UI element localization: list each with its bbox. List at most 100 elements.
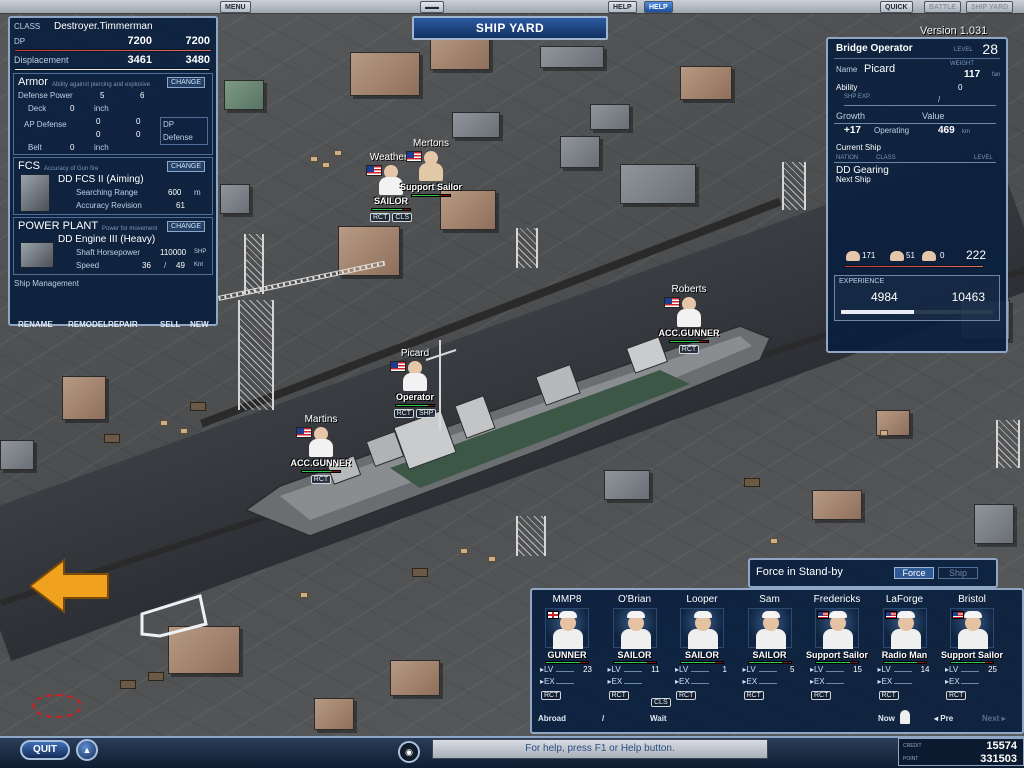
searching-range-unit: m (194, 188, 201, 197)
force-title: Force in Stand-by (756, 566, 843, 578)
shipyard-tab[interactable]: SHIP YARD (966, 1, 1014, 13)
standby-crew-card[interactable]: Sam SAILOR ▸LV 5 ▸EX RCT (737, 594, 803, 700)
crew-count-2: 51 (906, 251, 915, 260)
crew-level: 25 (988, 665, 997, 674)
building (0, 440, 34, 470)
crew-level: 14 (920, 665, 930, 674)
growth-label: Growth (836, 111, 866, 121)
crew-name: Sam (759, 594, 780, 605)
experience-bar (841, 310, 993, 314)
growth-value: +17 (844, 125, 861, 136)
level-col-label: LEVEL (974, 155, 993, 161)
crew-ex-row: ▸EX (939, 677, 1005, 689)
crew-level: 5 (790, 665, 795, 674)
next-page-button[interactable]: Next ▸ (982, 714, 1006, 723)
crate (180, 428, 188, 434)
crew-count-icon (922, 251, 936, 261)
crew-pin[interactable]: Martins ACC.GUNNER RCT (266, 414, 376, 484)
new-ship-button[interactable]: NEW (190, 320, 209, 329)
power-plant-section: POWER PLANT Power for movement CHANGE DD… (13, 217, 213, 275)
experience-label: EXPERIENCE (839, 278, 885, 285)
crew-tag: RCT (811, 691, 832, 700)
rename-button[interactable]: RENAME (18, 320, 53, 329)
searching-range-value: 600 (168, 188, 182, 197)
scroll-arrow-icon[interactable] (30, 558, 110, 614)
crew-lv-row: ▸LV 5 (742, 665, 795, 674)
ex-label: EX (679, 677, 690, 686)
crew-ex-row: ▸EX (534, 677, 600, 689)
shp-exp-line (844, 105, 996, 106)
class-col-label: CLASS (876, 155, 896, 161)
crew-name: Fredericks (813, 594, 861, 605)
crew-tag: RCT (541, 691, 562, 700)
ex-label: EX (949, 677, 960, 686)
standby-crew-card[interactable]: Looper SAILOR ▸LV 1 ▸EX RCT (669, 594, 735, 700)
scroll-arrow-icon[interactable] (140, 594, 210, 638)
lv-label: LV (814, 665, 824, 674)
compass-icon[interactable]: ◉ (398, 741, 420, 763)
standby-crew-card[interactable]: Bristol Support Sailor ▸LV 25 ▸EX RCT (939, 594, 1005, 700)
armor-section: Armor Ability against piercing and explo… (13, 73, 213, 155)
lv-label: LV (611, 665, 621, 674)
crew-pin[interactable]: Picard Operator RCT SHP (360, 348, 470, 418)
crew-role: Support Sailor (805, 650, 868, 660)
crew-pin[interactable]: Mertons Support Sailor (376, 138, 486, 197)
prev-page-button[interactable]: ◂ Pre (934, 714, 953, 723)
now-button[interactable]: Now (878, 714, 895, 723)
crew-tag: CLS (392, 213, 412, 222)
standby-crew-card[interactable]: Fredericks Support Sailor ▸LV 15 ▸EX RCT (804, 594, 870, 700)
crew-count-3: 0 (940, 251, 945, 260)
crew-ex-row: ▸EX (602, 677, 668, 689)
next-page-label: Next (982, 714, 1000, 723)
quit-button[interactable]: QUIT (20, 740, 70, 760)
sell-button[interactable]: SELL (160, 320, 180, 329)
remodel-button[interactable]: REMODEL (68, 320, 108, 329)
crew-portrait (680, 608, 724, 649)
ex-label: EX (611, 677, 623, 686)
battle-tab[interactable]: BATTLE (924, 1, 962, 13)
building (620, 164, 696, 204)
ap-b2: 0 (136, 130, 141, 139)
standby-crew-card[interactable]: O'Brian SAILOR ▸LV 11 ▸EX RCT (602, 594, 668, 700)
operating-label: Operating (874, 126, 910, 135)
ship-tab[interactable]: Ship (938, 567, 978, 579)
crew-tag: RCT (369, 213, 391, 222)
crew-tag: RCT (676, 691, 697, 700)
standby-crew-card[interactable]: MMP8 GUNNER ▸LV 23 ▸EX RCT (534, 594, 600, 700)
us-flag-icon (664, 297, 680, 308)
scroll-up-icon[interactable]: ▲ (76, 739, 98, 761)
speed-max: 49 (176, 261, 185, 270)
force-standby-header: Force in Stand-by Force Ship (748, 558, 998, 588)
power-plant-change-button[interactable]: CHANGE (167, 221, 205, 232)
building (974, 504, 1014, 544)
help-button[interactable]: HELP (644, 1, 673, 13)
crew-lv-row: ▸LV 25 (945, 665, 997, 674)
quick-menu-button[interactable]: QUICK (880, 1, 913, 13)
fcs-change-button[interactable]: CHANGE (167, 161, 205, 172)
experience-box: EXPERIENCE 4984 10463 (834, 275, 1000, 321)
lv-label: LV (679, 665, 689, 674)
repair-button[interactable]: REPAIR (108, 320, 138, 329)
deck-unit: inch (94, 104, 109, 113)
crew-ex-row: ▸EX (804, 677, 870, 689)
crew-role: GUNNER (547, 650, 587, 660)
menu-button[interactable]: MENU (220, 1, 251, 13)
force-tab[interactable]: Force (894, 567, 934, 579)
view-toggle-button[interactable]: ▬▬ (420, 1, 444, 13)
standby-crew-card[interactable]: LaForge Radio Man ▸LV 14 ▸EX RCT (872, 594, 938, 700)
weight-value: 117 (964, 69, 981, 80)
truck (412, 568, 428, 577)
crew-portrait (882, 608, 927, 649)
crew-hp-bar (815, 661, 859, 664)
crew-role: SAILOR (752, 650, 787, 660)
experience-max: 10463 (951, 290, 985, 304)
building (680, 66, 732, 100)
building (224, 80, 264, 110)
crew-pin[interactable]: Roberts ACC.GUNNER RCT (634, 284, 744, 354)
crate (160, 420, 168, 426)
armor-change-button[interactable]: CHANGE (167, 77, 205, 88)
crew-name: Looper (686, 594, 718, 605)
crew-pin-role: SAILOR (373, 196, 408, 206)
value-label: Value (922, 111, 945, 121)
building (452, 112, 500, 138)
